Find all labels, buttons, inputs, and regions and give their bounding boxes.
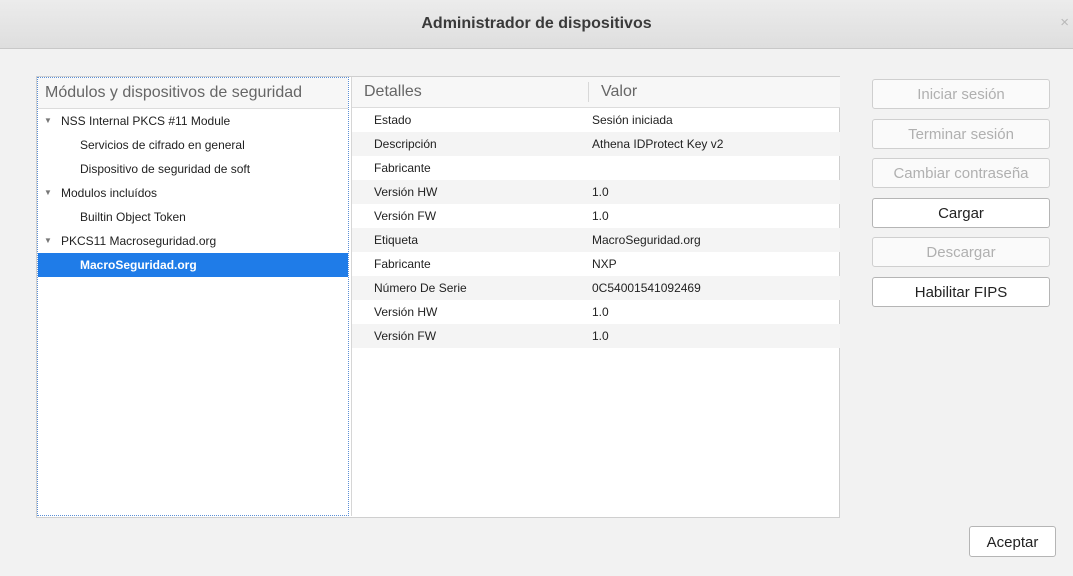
expand-triangle-icon[interactable]: ▼ [44, 229, 52, 253]
table-row[interactable]: Fabricante [352, 156, 840, 180]
close-icon[interactable]: × [1060, 14, 1069, 31]
detail-key: Versión FW [374, 329, 437, 343]
tree-item-cipher-services[interactable]: Servicios de cifrado en general [38, 133, 348, 157]
detail-key: Descripción [374, 137, 437, 151]
tree-item-label: MacroSeguridad.org [80, 258, 197, 272]
table-row[interactable]: Versión HW 1.0 [352, 180, 840, 204]
change-password-button[interactable]: Cambiar contraseña [872, 158, 1050, 188]
column-header-value[interactable]: Valor [601, 77, 637, 107]
detail-key: Versión HW [374, 305, 438, 319]
table-row[interactable]: Versión FW 1.0 [352, 324, 840, 348]
tree-item-software-device[interactable]: Dispositivo de seguridad de soft [38, 157, 348, 181]
tree-item-label: NSS Internal PKCS #11 Module [61, 114, 231, 128]
tree-item-label: Servicios de cifrado en general [80, 138, 245, 152]
tree-item-label: Dispositivo de seguridad de soft [80, 162, 251, 176]
logout-button[interactable]: Terminar sesión [872, 119, 1050, 149]
security-modules-tree[interactable]: Módulos y dispositivos de seguridad ▼ NS… [37, 77, 349, 516]
detail-value: Sesión iniciada [592, 113, 673, 127]
table-row[interactable]: Versión HW 1.0 [352, 300, 840, 324]
table-row[interactable]: Fabricante NXP [352, 252, 840, 276]
tree-header[interactable]: Módulos y dispositivos de seguridad [38, 78, 348, 109]
login-button[interactable]: Iniciar sesión [872, 79, 1050, 109]
detail-key: Número De Serie [374, 281, 467, 295]
expand-triangle-icon[interactable]: ▼ [44, 109, 52, 133]
tree-item-pkcs11-module[interactable]: ▼ PKCS11 Macroseguridad.org [38, 229, 348, 253]
detail-value: 1.0 [592, 329, 609, 343]
detail-key: Etiqueta [374, 233, 419, 247]
load-button[interactable]: Cargar [872, 198, 1050, 228]
table-row[interactable]: Descripción Athena IDProtect Key v2 [352, 132, 840, 156]
details-table: Detalles Valor Estado Sesión iniciada Des… [351, 77, 840, 516]
title-bar: Administrador de dispositivos × [0, 0, 1073, 49]
tree-item-nss-internal[interactable]: ▼ NSS Internal PKCS #11 Module [38, 109, 348, 133]
table-row[interactable]: Etiqueta MacroSeguridad.org [352, 228, 840, 252]
tree-item-label: Modulos incluídos [61, 186, 158, 200]
tree-item-macroseguridad-selected[interactable]: MacroSeguridad.org [38, 253, 348, 277]
detail-value: 0C54001541092469 [592, 281, 701, 295]
detail-value: 1.0 [592, 185, 609, 199]
detail-value: 1.0 [592, 209, 609, 223]
detail-value: NXP [592, 257, 617, 271]
detail-key: Fabricante [374, 257, 431, 271]
enable-fips-button[interactable]: Habilitar FIPS [872, 277, 1050, 307]
detail-key: Fabricante [374, 161, 431, 175]
table-row[interactable]: Número De Serie 0C54001541092469 [352, 276, 840, 300]
detail-key: Versión FW [374, 209, 437, 223]
details-rows: Estado Sesión iniciada Descripción Athena … [352, 108, 840, 348]
detail-value: MacroSeguridad.org [592, 233, 701, 247]
column-header-detail[interactable]: Detalles [364, 77, 422, 107]
detail-value: 1.0 [592, 305, 609, 319]
main-panel: Módulos y dispositivos de seguridad ▼ NS… [36, 76, 840, 518]
unload-button[interactable]: Descargar [872, 237, 1050, 267]
tree-item-builtin-modules[interactable]: ▼ Modulos incluídos [38, 181, 348, 205]
table-row[interactable]: Versión FW 1.0 [352, 204, 840, 228]
tree-item-builtin-token[interactable]: Builtin Object Token [38, 205, 348, 229]
tree-item-label: Builtin Object Token [80, 210, 186, 224]
detail-key: Versión HW [374, 185, 438, 199]
window-title: Administrador de dispositivos [421, 15, 652, 32]
detail-key: Estado [374, 113, 412, 127]
accept-button[interactable]: Aceptar [969, 526, 1056, 557]
column-divider[interactable] [588, 82, 589, 102]
details-header: Detalles Valor [352, 77, 840, 108]
expand-triangle-icon[interactable]: ▼ [44, 181, 52, 205]
table-row[interactable]: Estado Sesión iniciada [352, 108, 840, 132]
tree-item-label: PKCS11 Macroseguridad.org [61, 234, 217, 248]
detail-value: Athena IDProtect Key v2 [592, 137, 724, 151]
